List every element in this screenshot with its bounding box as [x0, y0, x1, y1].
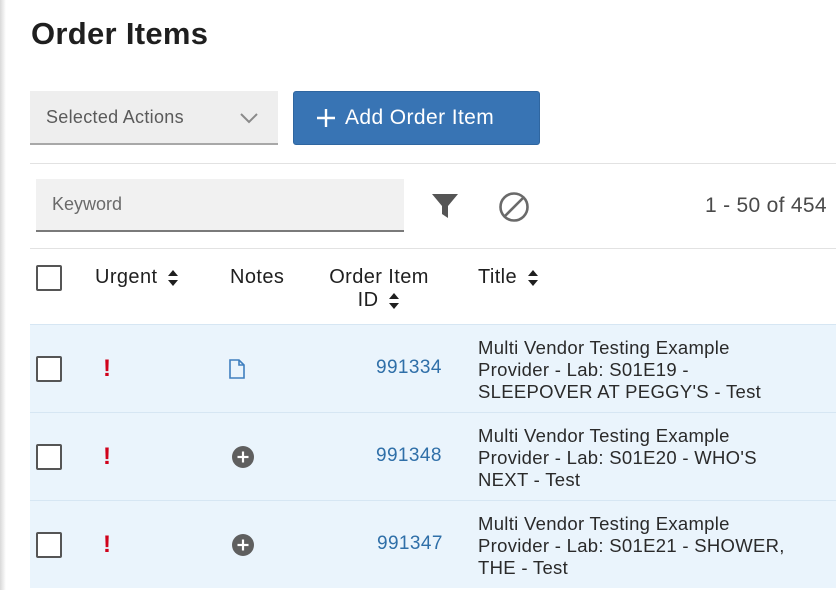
plus-icon — [316, 108, 336, 128]
toolbar-divider — [30, 163, 836, 164]
order-item-id-link[interactable]: 991347 — [377, 533, 443, 555]
header-urgent-label: Urgent — [95, 266, 158, 288]
title-line: Provider - Lab: S01E21 - SHOWER, — [478, 535, 785, 556]
table-row[interactable]: ! 991348 Multi Vendor Testing Example Pr… — [30, 412, 836, 500]
header-order-item-line2: ID — [357, 289, 379, 311]
sort-icon — [389, 292, 400, 309]
selected-actions-label: Selected Actions — [46, 106, 184, 127]
pagination-info: 1 - 50 of 454 — [705, 194, 827, 217]
sidebar-edge-shadow — [0, 0, 6, 590]
order-item-id-link[interactable]: 991348 — [376, 445, 442, 467]
add-order-item-button[interactable]: Add Order Item — [293, 91, 540, 145]
chevron-down-icon — [240, 113, 258, 124]
title-line: Provider - Lab: S01E20 - WHO'S — [478, 447, 757, 468]
add-circle-icon[interactable] — [231, 445, 255, 469]
title-line: Multi Vendor Testing Example — [478, 513, 730, 534]
urgent-indicator: ! — [103, 355, 111, 382]
sort-icon — [168, 269, 179, 286]
title-line: Multi Vendor Testing Example — [478, 425, 730, 446]
row-checkbox[interactable] — [36, 444, 62, 470]
table-row[interactable]: ! 991334 Multi Vendor Testing Example Pr… — [30, 324, 836, 412]
header-title-label: Title — [478, 266, 518, 288]
title-cell: Multi Vendor Testing Example Provider - … — [478, 337, 818, 403]
add-order-item-label: Add Order Item — [345, 106, 495, 129]
header-urgent[interactable]: Urgent — [95, 266, 179, 289]
title-line: SLEEPOVER AT PEGGY'S - Test — [478, 381, 762, 402]
keyword-search-input[interactable] — [36, 179, 404, 232]
urgent-indicator: ! — [103, 443, 111, 470]
header-order-item-line1: Order Item — [329, 266, 429, 288]
row-checkbox[interactable] — [36, 532, 62, 558]
header-notes: Notes — [230, 266, 285, 288]
clear-filter-icon[interactable] — [498, 191, 530, 223]
sort-icon — [528, 269, 539, 286]
table-header: Urgent Notes Order Item ID Title — [30, 249, 836, 324]
document-icon[interactable] — [228, 359, 246, 379]
header-title[interactable]: Title — [478, 266, 539, 289]
filter-icon[interactable] — [431, 192, 459, 220]
add-circle-icon[interactable] — [231, 533, 255, 557]
title-line: Multi Vendor Testing Example — [478, 337, 730, 358]
title-line: Provider - Lab: S01E19 - — [478, 359, 689, 380]
title-cell: Multi Vendor Testing Example Provider - … — [478, 513, 818, 579]
title-line: NEXT - Test — [478, 469, 581, 490]
page-title: Order Items — [31, 16, 209, 51]
selected-actions-dropdown[interactable]: Selected Actions — [30, 91, 278, 145]
urgent-indicator: ! — [103, 531, 111, 558]
order-item-id-link[interactable]: 991334 — [376, 357, 442, 379]
header-order-item-id[interactable]: Order Item ID — [319, 266, 439, 312]
row-checkbox[interactable] — [36, 356, 62, 382]
title-line: THE - Test — [478, 557, 569, 578]
title-cell: Multi Vendor Testing Example Provider - … — [478, 425, 818, 491]
table-row[interactable]: ! 991347 Multi Vendor Testing Example Pr… — [30, 500, 836, 588]
select-all-checkbox[interactable] — [36, 265, 62, 291]
